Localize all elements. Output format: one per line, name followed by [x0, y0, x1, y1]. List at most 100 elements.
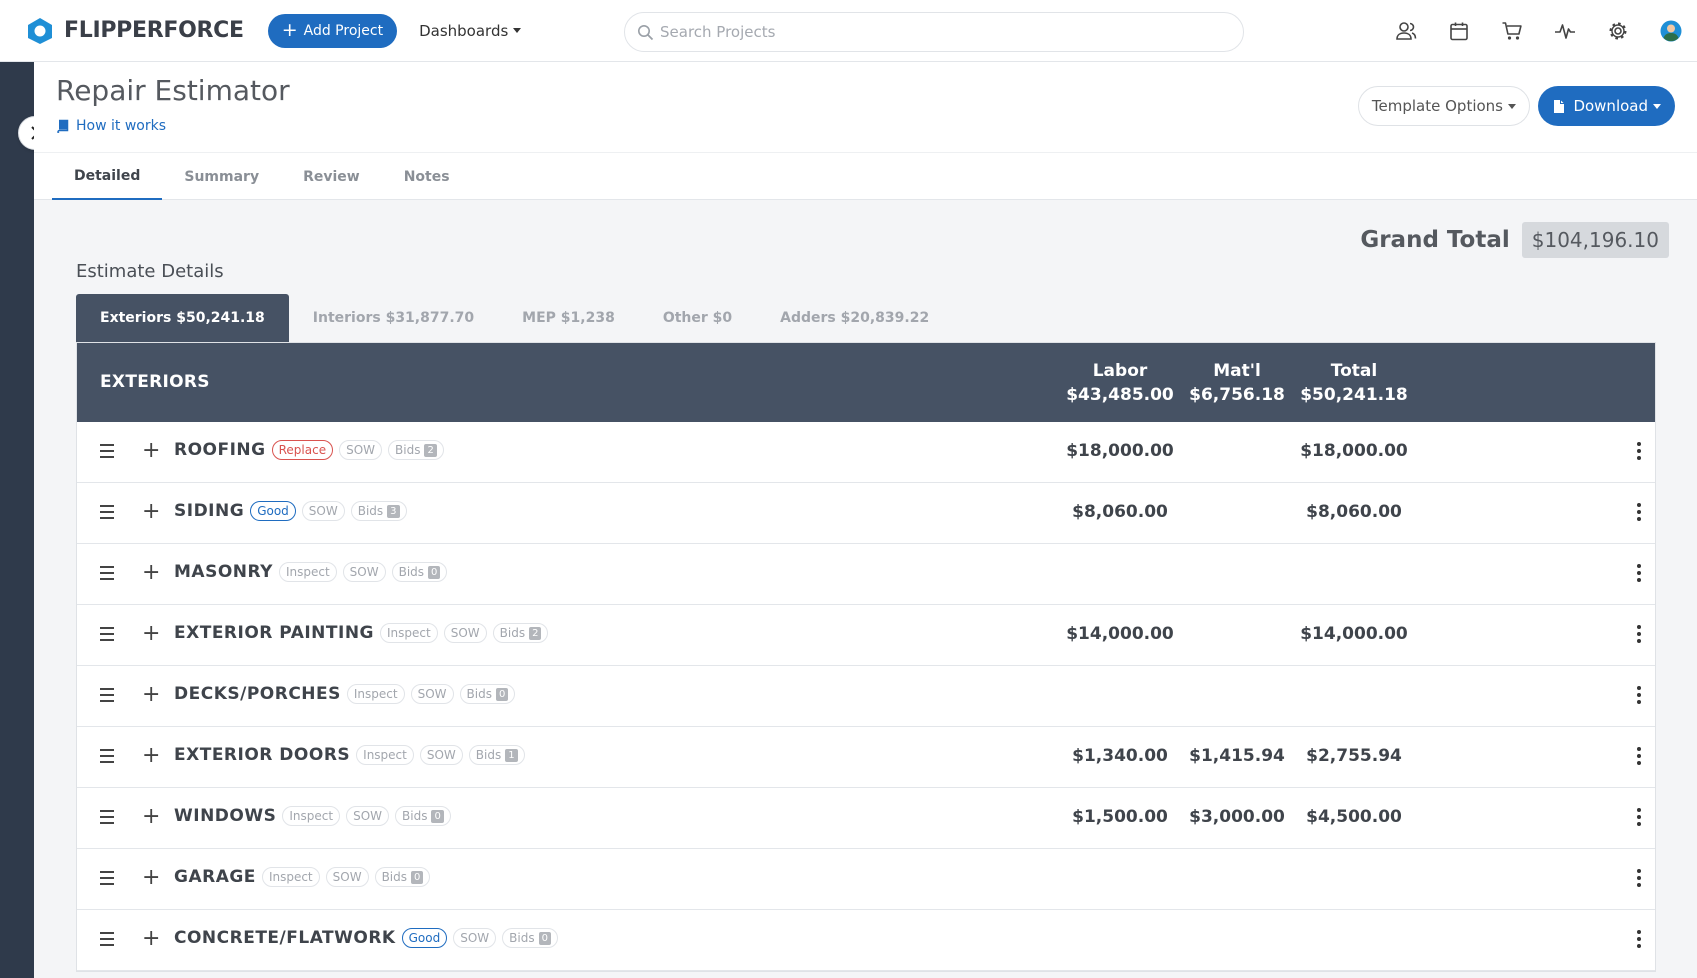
category-tab-other[interactable]: Other $0 — [639, 294, 756, 342]
bids-badge[interactable]: Bids 2 — [492, 623, 549, 643]
condition-badge[interactable]: Good — [250, 501, 296, 521]
brand[interactable]: FLIPPERFORCE — [25, 16, 244, 46]
more-options-icon[interactable] — [1637, 442, 1641, 462]
cart-icon[interactable] — [1485, 20, 1538, 42]
download-label: Download — [1573, 97, 1648, 115]
tab-summary[interactable]: Summary — [162, 153, 281, 200]
row-name: EXTERIOR PAINTING — [174, 623, 375, 643]
total-amount: $8,060.00 — [1306, 502, 1402, 522]
activity-icon[interactable] — [1538, 20, 1591, 42]
bids-badge[interactable]: Bids 1 — [468, 745, 525, 765]
drag-handle-icon[interactable] — [100, 688, 114, 702]
drag-handle-icon[interactable] — [100, 627, 114, 641]
expand-row-button[interactable]: + — [142, 927, 160, 951]
condition-badge[interactable]: Inspect — [356, 745, 414, 765]
category-tab-adders[interactable]: Adders $20,839.22 — [756, 294, 953, 342]
condition-badge[interactable]: Inspect — [278, 562, 337, 582]
category-tab-exteriors[interactable]: Exteriors $50,241.18 — [76, 294, 289, 342]
expand-row-button[interactable]: + — [142, 866, 160, 890]
drag-handle-icon[interactable] — [100, 444, 114, 458]
bids-badge[interactable]: Bids 0 — [374, 867, 431, 887]
expand-row-button[interactable]: + — [142, 683, 160, 707]
sow-badge[interactable]: SOW — [410, 684, 454, 704]
dashboards-dropdown[interactable]: Dashboards — [419, 22, 522, 40]
sow-badge[interactable]: SOW — [419, 745, 463, 765]
how-it-works-link[interactable]: How it works — [56, 118, 166, 134]
brand-logo-icon — [28, 17, 52, 44]
condition-badge[interactable]: Inspect — [261, 867, 320, 887]
bid-count: 2 — [424, 443, 437, 457]
row-title: DECKS/PORCHES Inspect SOW Bids 0 — [174, 684, 516, 704]
expand-row-button[interactable]: + — [142, 500, 160, 524]
expand-row-button[interactable]: + — [142, 561, 160, 585]
download-button[interactable]: Download — [1538, 86, 1675, 126]
table-row[interactable]: + DECKS/PORCHES Inspect SOW Bids 0 — [77, 666, 1655, 727]
row-title: WINDOWS Inspect SOW Bids 0 — [174, 806, 451, 826]
sow-badge[interactable]: SOW — [325, 867, 369, 887]
total-amount: $4,500.00 — [1306, 807, 1402, 827]
more-options-icon[interactable] — [1637, 564, 1641, 584]
bid-count: 3 — [387, 504, 400, 518]
condition-badge[interactable]: Replace — [271, 440, 334, 460]
more-options-icon[interactable] — [1637, 930, 1641, 950]
expand-row-button[interactable]: + — [142, 744, 160, 768]
users-icon[interactable] — [1379, 20, 1432, 42]
sow-badge[interactable]: SOW — [443, 623, 487, 643]
calendar-icon[interactable] — [1432, 20, 1485, 42]
table-row[interactable]: + EXTERIOR DOORS Inspect SOW Bids 1 $1,34… — [77, 727, 1655, 788]
expand-row-button[interactable]: + — [142, 622, 160, 646]
table-row[interactable]: + MASONRY Inspect SOW Bids 0 — [77, 544, 1655, 605]
drag-handle-icon[interactable] — [100, 749, 114, 763]
table-row[interactable]: + ROOFING Replace SOW Bids 2 $18,000.00 $… — [77, 422, 1655, 483]
bids-badge[interactable]: Bids 0 — [459, 684, 516, 704]
tab-detailed[interactable]: Detailed — [52, 153, 163, 200]
bids-badge[interactable]: Bids 3 — [350, 501, 407, 521]
table-row[interactable]: + SIDING Good SOW Bids 3 $8,060.00 $8,060… — [77, 483, 1655, 544]
table-row[interactable]: + EXTERIOR PAINTING Inspect SOW Bids 2 $1… — [77, 605, 1655, 666]
drag-handle-icon[interactable] — [100, 505, 114, 519]
more-options-icon[interactable] — [1637, 503, 1641, 523]
more-options-icon[interactable] — [1637, 747, 1641, 767]
search-input[interactable] — [660, 23, 1220, 41]
category-tab-mep[interactable]: MEP $1,238 — [498, 294, 639, 342]
expand-row-button[interactable]: + — [142, 805, 160, 829]
more-options-icon[interactable] — [1637, 625, 1641, 645]
more-options-icon[interactable] — [1637, 808, 1641, 828]
expand-row-button[interactable]: + — [142, 439, 160, 463]
condition-badge[interactable]: Inspect — [282, 806, 341, 826]
sow-badge[interactable]: SOW — [342, 562, 386, 582]
total-header-label: Total — [1330, 361, 1378, 381]
drag-handle-icon[interactable] — [100, 932, 114, 946]
bids-badge[interactable]: Bids 0 — [391, 562, 448, 582]
more-options-icon[interactable] — [1637, 686, 1641, 706]
avatar[interactable] — [1644, 20, 1697, 42]
category-tab-interiors[interactable]: Interiors $31,877.70 — [289, 294, 498, 342]
sow-badge[interactable]: SOW — [346, 806, 390, 826]
table-row[interactable]: + GARAGE Inspect SOW Bids 0 — [77, 849, 1655, 910]
drag-handle-icon[interactable] — [100, 871, 114, 885]
tab-notes[interactable]: Notes — [382, 153, 472, 200]
add-project-button[interactable]: + Add Project — [267, 13, 398, 48]
table-row[interactable]: + CONCRETE/FLATWORK Good SOW Bids 0 — [77, 910, 1655, 971]
row-name: ROOFING — [174, 440, 266, 460]
condition-badge[interactable]: Inspect — [380, 623, 438, 643]
condition-badge[interactable]: Good — [401, 928, 448, 948]
tab-review[interactable]: Review — [281, 153, 382, 200]
table-row[interactable]: + WINDOWS Inspect SOW Bids 0 $1,500.00 $3… — [77, 788, 1655, 849]
bids-badge[interactable]: Bids 2 — [388, 440, 444, 460]
bid-count: 2 — [529, 626, 542, 640]
caret-down-icon — [513, 28, 522, 33]
condition-badge[interactable]: Inspect — [346, 684, 405, 704]
gear-icon[interactable] — [1591, 20, 1644, 42]
row-title: ROOFING Replace SOW Bids 2 — [174, 440, 444, 460]
drag-handle-icon[interactable] — [100, 566, 114, 580]
drag-handle-icon[interactable] — [100, 810, 114, 824]
bids-badge[interactable]: Bids 0 — [395, 806, 451, 826]
bids-badge[interactable]: Bids 0 — [502, 928, 558, 948]
grand-total: Grand Total $104,196.10 — [1360, 222, 1669, 258]
sow-badge[interactable]: SOW — [453, 928, 497, 948]
template-options-button[interactable]: Template Options — [1357, 86, 1530, 126]
sow-badge[interactable]: SOW — [301, 501, 345, 521]
more-options-icon[interactable] — [1637, 869, 1641, 889]
sow-badge[interactable]: SOW — [339, 440, 383, 460]
